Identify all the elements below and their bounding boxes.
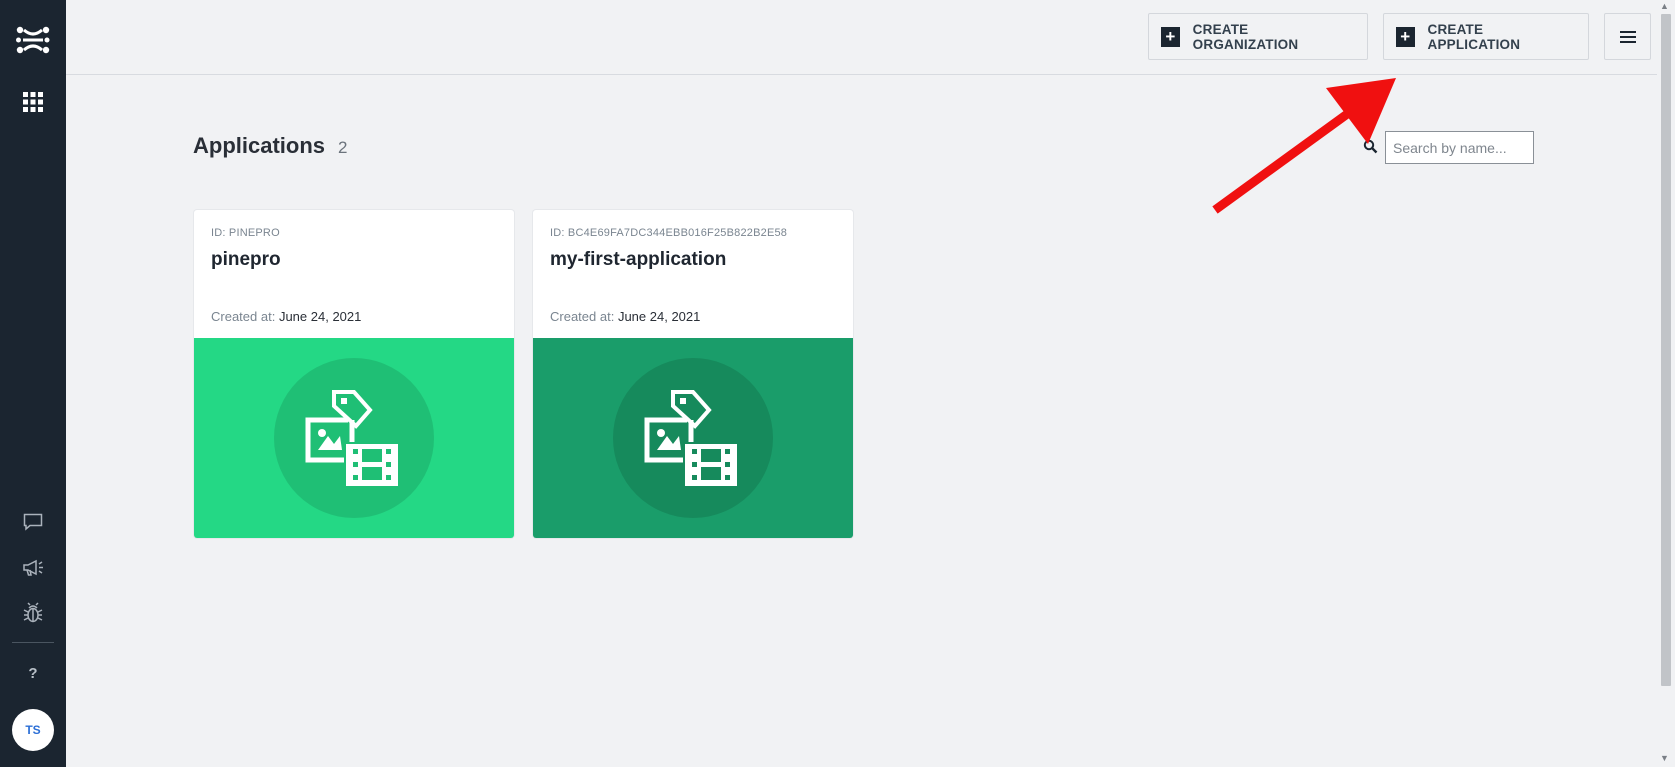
media-tag-icon xyxy=(305,390,398,486)
card-id: ID: PINEPRO xyxy=(211,227,280,239)
card-banner xyxy=(533,338,853,538)
plus-icon: + xyxy=(1161,26,1180,47)
sidebar-divider xyxy=(12,642,54,643)
page-title: Applications xyxy=(193,133,326,158)
scroll-up-icon[interactable]: ▲ xyxy=(1660,2,1669,11)
created-date: June 24, 2021 xyxy=(278,309,362,324)
scroll-down-icon[interactable]: ▼ xyxy=(1660,754,1669,763)
scroll-thumb[interactable] xyxy=(1661,14,1671,686)
card-name: my-first-application xyxy=(550,249,727,270)
create-organization-button[interactable]: + CREATE ORGANIZATION xyxy=(1148,13,1368,60)
scrollbar[interactable]: ▲ ▼ xyxy=(1657,0,1675,767)
card-name: pinepro xyxy=(211,249,281,270)
application-count: 2 xyxy=(338,138,348,157)
application-card-pinepro[interactable]: ID: PINEPRO pinepro Created at: June 24,… xyxy=(194,210,514,538)
media-tag-icon xyxy=(644,390,737,486)
apps-grid-icon[interactable] xyxy=(11,82,55,122)
banner-circle xyxy=(613,358,773,518)
megaphone-icon[interactable] xyxy=(11,548,55,588)
create-application-button[interactable]: + CREATE APPLICATION xyxy=(1383,13,1589,60)
plus-icon: + xyxy=(1396,26,1415,47)
avatar[interactable]: TS xyxy=(12,709,54,751)
card-id: ID: BC4E69FA7DC344EBB016F25B822B2E58 xyxy=(550,227,788,239)
created-date: June 24, 2021 xyxy=(617,309,701,324)
banner-circle xyxy=(274,358,434,518)
help-glyph: ? xyxy=(28,664,38,682)
page-heading: Applications 2 xyxy=(193,133,347,159)
created-label: Created at: xyxy=(211,309,276,324)
logo-icon[interactable] xyxy=(11,20,55,60)
card-created: Created at: June 24, 2021 xyxy=(211,309,361,324)
create-organization-label: CREATE ORGANIZATION xyxy=(1192,21,1299,52)
created-label: Created at: xyxy=(550,309,615,324)
card-created: Created at: June 24, 2021 xyxy=(550,309,700,324)
chat-icon[interactable] xyxy=(11,502,55,542)
help-icon[interactable]: ? xyxy=(11,653,55,693)
hamburger-icon xyxy=(1619,30,1636,43)
application-card-my-first-application[interactable]: ID: BC4E69FA7DC344EBB016F25B822B2E58 my-… xyxy=(533,210,853,538)
annotation-arrow-icon xyxy=(1212,78,1396,214)
topbar: + CREATE ORGANIZATION + CREATE APPLICATI… xyxy=(66,0,1657,75)
sidebar: ? TS xyxy=(0,0,66,767)
hamburger-menu-button[interactable] xyxy=(1604,13,1651,60)
create-application-label: CREATE APPLICATION xyxy=(1427,21,1521,52)
bug-icon[interactable] xyxy=(11,593,55,633)
card-banner xyxy=(194,338,514,538)
